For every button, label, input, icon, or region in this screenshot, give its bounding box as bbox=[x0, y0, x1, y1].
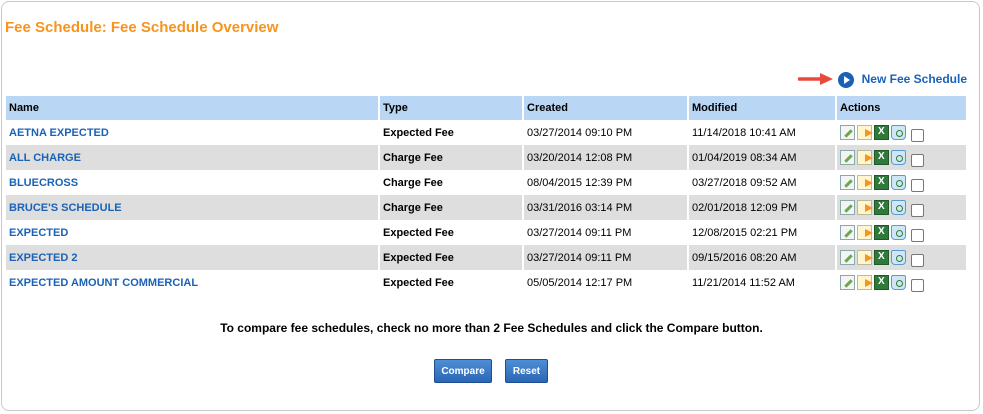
delete-icon[interactable] bbox=[891, 125, 906, 140]
excel-export-icon[interactable] bbox=[874, 275, 889, 290]
delete-icon[interactable] bbox=[891, 175, 906, 190]
compare-checkbox[interactable] bbox=[911, 153, 924, 167]
type-cell: Expected Fee bbox=[383, 276, 454, 289]
new-fee-schedule-area: New Fee Schedule bbox=[797, 69, 967, 88]
fee-schedule-link[interactable]: ALL CHARGE bbox=[9, 152, 81, 164]
play-icon[interactable] bbox=[837, 72, 854, 88]
copy-icon[interactable] bbox=[857, 150, 873, 165]
fee-schedule-table: Name Type Created Modified Actions AETNA… bbox=[4, 96, 968, 295]
reset-button[interactable]: Reset bbox=[505, 359, 548, 383]
name-cell: EXPECTED 2 bbox=[6, 245, 378, 270]
fee-schedule-link[interactable]: BRUCE'S SCHEDULE bbox=[9, 202, 122, 214]
column-header-created: Created bbox=[524, 96, 687, 120]
delete-icon[interactable] bbox=[891, 200, 906, 215]
type-cell: Charge Fee bbox=[383, 176, 443, 189]
edit-icon[interactable] bbox=[840, 275, 855, 290]
modified-cell: 02/01/2018 12:09 PM bbox=[689, 195, 835, 220]
edit-icon[interactable] bbox=[840, 150, 855, 165]
actions-cell bbox=[837, 120, 966, 145]
excel-export-icon[interactable] bbox=[874, 175, 889, 190]
fee-schedule-link[interactable]: EXPECTED AMOUNT COMMERCIAL bbox=[9, 277, 198, 289]
name-cell: ALL CHARGE bbox=[6, 145, 378, 170]
copy-icon[interactable] bbox=[857, 125, 873, 140]
created-cell: 03/27/2014 09:11 PM bbox=[527, 226, 632, 239]
copy-icon[interactable] bbox=[857, 250, 873, 265]
actions-cell bbox=[837, 270, 966, 295]
table-row: EXPECTED AMOUNT COMMERCIAL Expected Fee 05… bbox=[6, 270, 966, 295]
created-cell: 03/31/2016 03:14 PM bbox=[524, 195, 687, 220]
created-cell: 03/20/2014 12:08 PM bbox=[524, 145, 687, 170]
table-row: AETNA EXPECTED Expected Fee 03/27/2014 09:… bbox=[6, 120, 966, 145]
compare-checkbox[interactable] bbox=[911, 253, 924, 267]
compare-checkbox[interactable] bbox=[911, 278, 924, 292]
column-header-modified: Modified bbox=[689, 96, 835, 120]
copy-icon[interactable] bbox=[857, 175, 873, 190]
excel-export-icon[interactable] bbox=[874, 150, 889, 165]
table-row: BLUECROSS Charge Fee 08/04/2015 12:39 PM 03… bbox=[6, 170, 966, 195]
edit-icon[interactable] bbox=[840, 175, 855, 190]
compare-checkbox[interactable] bbox=[911, 203, 924, 217]
name-cell: BLUECROSS bbox=[6, 170, 378, 195]
table-row: BRUCE'S SCHEDULE Charge Fee 03/31/2016 03:… bbox=[6, 195, 966, 220]
fee-schedule-link[interactable]: BLUECROSS bbox=[9, 177, 78, 189]
type-cell: Expected Fee bbox=[380, 245, 522, 270]
compare-checkbox[interactable] bbox=[911, 228, 924, 242]
table-row: ALL CHARGE Charge Fee 03/20/2014 12:08 PM 0… bbox=[6, 145, 966, 170]
type-cell: Charge Fee bbox=[380, 145, 522, 170]
created-cell: 08/04/2015 12:39 PM bbox=[527, 176, 633, 189]
name-cell: BRUCE'S SCHEDULE bbox=[6, 195, 378, 220]
table-header-row: Name Type Created Modified Actions bbox=[6, 96, 966, 120]
created-cell: 03/27/2014 09:11 PM bbox=[524, 245, 687, 270]
new-fee-schedule-link[interactable]: New Fee Schedule bbox=[862, 72, 967, 86]
delete-icon[interactable] bbox=[891, 275, 906, 290]
created-cell: 03/27/2014 09:10 PM bbox=[527, 126, 633, 139]
page-title: Fee Schedule: Fee Schedule Overview bbox=[5, 19, 279, 36]
fee-schedule-link[interactable]: EXPECTED bbox=[9, 227, 68, 239]
modified-cell: 03/27/2018 09:52 AM bbox=[692, 176, 797, 189]
type-cell: Expected Fee bbox=[383, 226, 454, 239]
modified-cell: 09/15/2016 08:20 AM bbox=[689, 245, 835, 270]
copy-icon[interactable] bbox=[857, 275, 873, 290]
compare-instructions: To compare fee schedules, check no more … bbox=[220, 321, 763, 335]
actions-cell bbox=[837, 220, 966, 245]
compare-button[interactable]: Compare bbox=[434, 359, 492, 383]
fee-schedule-link[interactable]: AETNA EXPECTED bbox=[9, 127, 109, 139]
excel-export-icon[interactable] bbox=[874, 125, 889, 140]
edit-icon[interactable] bbox=[840, 200, 855, 215]
actions-cell bbox=[837, 245, 966, 270]
fee-schedule-link[interactable]: EXPECTED 2 bbox=[9, 252, 77, 264]
modified-cell: 11/14/2018 10:41 AM bbox=[692, 126, 796, 139]
name-cell: EXPECTED bbox=[6, 220, 378, 245]
excel-export-icon[interactable] bbox=[874, 250, 889, 265]
delete-icon[interactable] bbox=[891, 150, 906, 165]
name-cell: AETNA EXPECTED bbox=[6, 120, 378, 145]
table-row: EXPECTED 2 Expected Fee 03/27/2014 09:11 P… bbox=[6, 245, 966, 270]
copy-icon[interactable] bbox=[857, 225, 873, 240]
column-header-actions: Actions bbox=[837, 96, 966, 120]
actions-cell bbox=[837, 145, 966, 170]
excel-export-icon[interactable] bbox=[874, 225, 889, 240]
excel-export-icon[interactable] bbox=[874, 200, 889, 215]
delete-icon[interactable] bbox=[891, 250, 906, 265]
column-header-name: Name bbox=[6, 96, 378, 120]
copy-icon[interactable] bbox=[857, 200, 873, 215]
modified-cell: 12/08/2015 02:21 PM bbox=[692, 226, 798, 239]
actions-cell bbox=[837, 170, 966, 195]
column-header-type: Type bbox=[380, 96, 522, 120]
callout-arrow-icon bbox=[797, 72, 833, 85]
compare-checkbox[interactable] bbox=[911, 128, 924, 142]
name-cell: EXPECTED AMOUNT COMMERCIAL bbox=[6, 270, 378, 295]
modified-cell: 11/21/2014 11:52 AM bbox=[692, 276, 795, 289]
edit-icon[interactable] bbox=[840, 125, 855, 140]
type-cell: Charge Fee bbox=[380, 195, 522, 220]
actions-cell bbox=[837, 195, 966, 220]
modified-cell: 01/04/2019 08:34 AM bbox=[689, 145, 835, 170]
type-cell: Expected Fee bbox=[383, 126, 454, 139]
delete-icon[interactable] bbox=[891, 225, 906, 240]
table-row: EXPECTED Expected Fee 03/27/2014 09:11 PM 1… bbox=[6, 220, 966, 245]
compare-checkbox[interactable] bbox=[911, 178, 924, 192]
edit-icon[interactable] bbox=[840, 225, 855, 240]
created-cell: 05/05/2014 12:17 PM bbox=[527, 276, 633, 289]
edit-icon[interactable] bbox=[840, 250, 855, 265]
